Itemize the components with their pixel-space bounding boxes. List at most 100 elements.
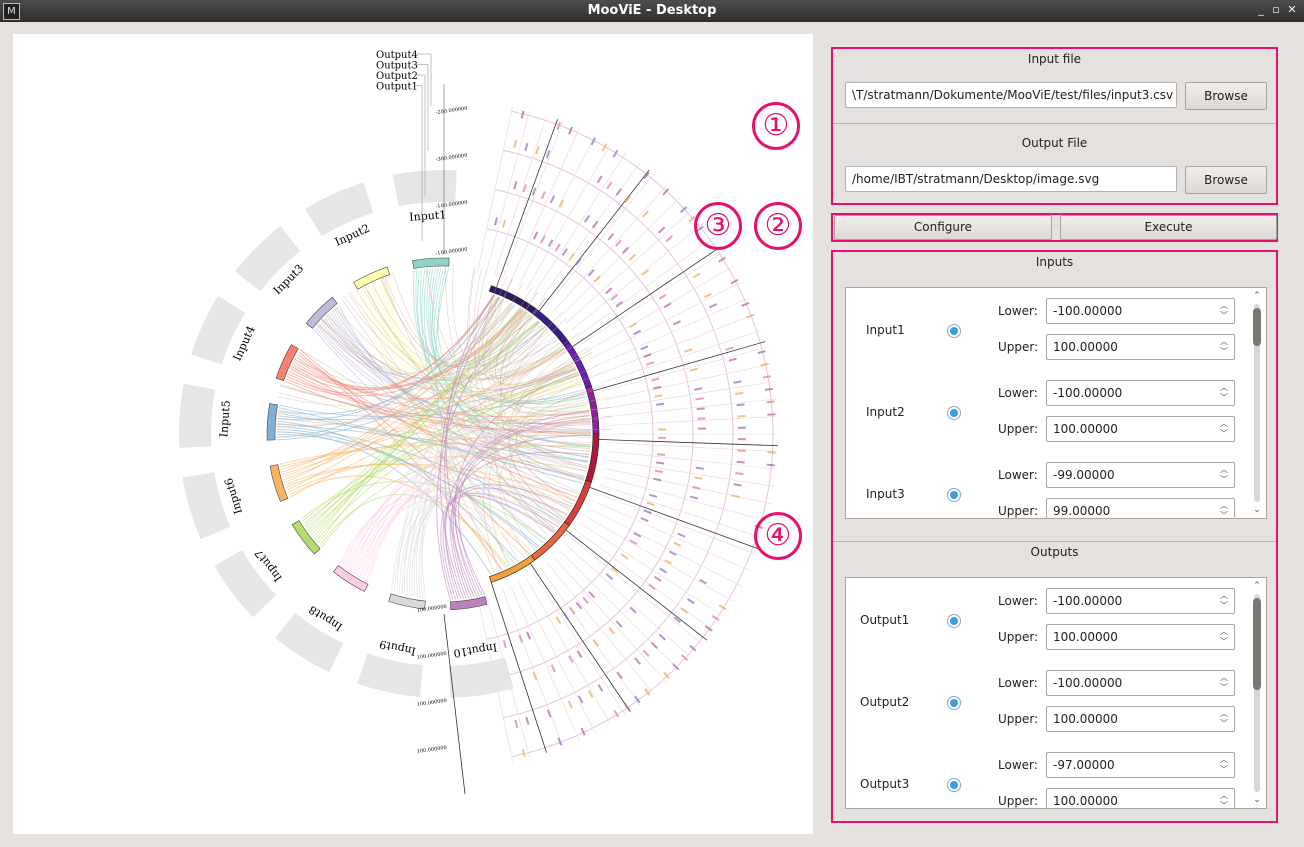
spin-arrows-icon[interactable]: ︿ ﹀: [1218, 337, 1230, 357]
execute-button[interactable]: Execute: [1060, 215, 1277, 240]
output-tick: [766, 463, 775, 467]
radial-gridline: [477, 106, 513, 273]
input-color-bar: [412, 257, 450, 269]
upper-spinbox[interactable]: 100.00000 ︿ ﹀: [1046, 334, 1235, 360]
input-file-field[interactable]: \T/stratmann/Dokumente/MooViE/test/files…: [845, 82, 1177, 108]
upper-spinbox[interactable]: 100.00000 ︿ ﹀: [1046, 788, 1235, 808]
radial-gridline: [607, 398, 777, 418]
out-row-radio[interactable]: [947, 696, 961, 710]
radial-gridline: [509, 584, 580, 741]
output-tick: [735, 391, 744, 395]
output-tick: [593, 275, 601, 283]
upper-spinbox[interactable]: 100.00000 ︿ ﹀: [1046, 416, 1235, 442]
segment-separator: [564, 529, 708, 641]
upper-spinbox[interactable]: 100.00000 ︿ ﹀: [1046, 706, 1235, 732]
maximize-icon[interactable]: ▫: [1268, 2, 1284, 18]
scroll-thumb[interactable]: [1253, 598, 1261, 690]
outputs-scrollbar[interactable]: ⌃ ⌄: [1250, 580, 1264, 806]
upper-spinbox[interactable]: 99.00000 ︿ ﹀: [1046, 498, 1235, 518]
spin-arrows-icon[interactable]: ︿ ﹀: [1218, 383, 1230, 403]
output-tick: [592, 220, 599, 229]
output-tick: [658, 633, 666, 641]
radial-gridline: [602, 347, 767, 392]
output-legend-label: Output3: [376, 61, 418, 72]
input-color-bar: [305, 296, 338, 329]
output-browse-button[interactable]: Browse: [1185, 166, 1267, 194]
radial-gridline: [604, 468, 771, 504]
lower-label: Lower:: [998, 594, 1038, 608]
output-tick: [652, 385, 662, 390]
upper-spinbox[interactable]: 100.00000 ︿ ﹀: [1046, 624, 1235, 650]
input-label: Input5: [217, 400, 233, 438]
radial-gridline: [571, 222, 704, 331]
spin-arrows-icon[interactable]: ︿ ﹀: [1218, 673, 1230, 693]
output-tick: [535, 146, 540, 155]
lower-spinbox[interactable]: -100.00000 ︿ ﹀: [1046, 588, 1235, 614]
output-axis-label: -200.000000: [435, 106, 467, 116]
scroll-thumb[interactable]: [1253, 308, 1261, 346]
spin-arrows-icon[interactable]: ︿ ﹀: [1218, 501, 1230, 518]
lower-spinbox[interactable]: -100.00000 ︿ ﹀: [1046, 298, 1235, 324]
in-row-radio[interactable]: [947, 406, 961, 420]
radial-gridline: [571, 537, 704, 646]
output-tick: [518, 634, 524, 643]
inputs-scrollbar[interactable]: ⌃ ⌄: [1250, 290, 1264, 516]
output-tick: [641, 269, 650, 276]
spin-arrows-icon[interactable]: ︿ ﹀: [1218, 791, 1230, 808]
scroll-up-icon[interactable]: ⌃: [1250, 580, 1264, 592]
output-tick: [762, 375, 772, 379]
radial-gridline: [546, 562, 655, 695]
title-bar: M MooViE - Desktop _ ▫ ✕: [0, 0, 1304, 22]
spin-arrows-icon[interactable]: ︿ ﹀: [1218, 465, 1230, 485]
lower-spinbox[interactable]: -97.00000 ︿ ﹀: [1046, 752, 1235, 778]
output-tick: [664, 559, 673, 565]
output-tick: [642, 649, 650, 657]
spin-arrows-icon[interactable]: ︿ ﹀: [1218, 419, 1230, 439]
scroll-up-icon[interactable]: ⌃: [1250, 290, 1264, 302]
lower-spinbox[interactable]: -100.00000 ︿ ﹀: [1046, 380, 1235, 406]
radial-gridline: [589, 508, 742, 587]
close-icon[interactable]: ✕: [1284, 2, 1300, 18]
marker-1: ①: [752, 102, 800, 150]
input-label: Input6: [222, 476, 245, 515]
output-tick: [699, 578, 707, 585]
configure-button[interactable]: Configure: [834, 215, 1052, 240]
output-axis-label: -100.000000: [435, 247, 467, 257]
upper-label: Upper:: [998, 340, 1039, 354]
lower-spinbox[interactable]: -99.00000 ︿ ﹀: [1046, 462, 1235, 488]
spin-arrows-icon[interactable]: ︿ ﹀: [1218, 627, 1230, 647]
input-browse-button[interactable]: Browse: [1185, 82, 1267, 110]
minimize-icon[interactable]: _: [1253, 2, 1269, 18]
in-row-radio[interactable]: [947, 488, 961, 502]
output-tick: [643, 353, 652, 358]
output-tick: [629, 539, 638, 546]
lower-label: Lower:: [998, 386, 1038, 400]
out-row-radio[interactable]: [947, 778, 961, 792]
input-axis-band: [179, 383, 216, 448]
radial-gridline: [593, 297, 750, 368]
output-file-field[interactable]: /home/IBT/stratmann/Desktop/image.svg: [845, 166, 1177, 192]
radial-gridline: [493, 115, 547, 278]
output-tick: [728, 357, 737, 362]
output-tick: [532, 672, 538, 681]
upper-value: 100.00000: [1053, 630, 1118, 644]
upper-label: Upper:: [998, 422, 1039, 436]
spin-arrows-icon[interactable]: ︿ ﹀: [1218, 591, 1230, 611]
output-tick: [605, 573, 613, 580]
scroll-down-icon[interactable]: ⌄: [1250, 794, 1264, 806]
spin-arrows-icon[interactable]: ︿ ﹀: [1218, 709, 1230, 729]
spin-arrows-icon[interactable]: ︿ ﹀: [1218, 755, 1230, 775]
in-row-radio[interactable]: [947, 324, 961, 338]
spin-arrows-icon[interactable]: ︿ ﹀: [1218, 301, 1230, 321]
output-legend-label: Output4: [376, 50, 418, 61]
output-tick: [524, 142, 529, 151]
scroll-down-icon[interactable]: ⌄: [1250, 504, 1264, 516]
lower-spinbox[interactable]: -100.00000 ︿ ﹀: [1046, 670, 1235, 696]
output-tick: [620, 553, 629, 560]
input-label: Input9: [378, 638, 417, 658]
output-tick: [555, 616, 562, 625]
input-axis-band: [449, 657, 514, 698]
output-tick: [502, 219, 507, 228]
out-row-radio[interactable]: [947, 614, 961, 628]
output-tick: [628, 253, 637, 261]
